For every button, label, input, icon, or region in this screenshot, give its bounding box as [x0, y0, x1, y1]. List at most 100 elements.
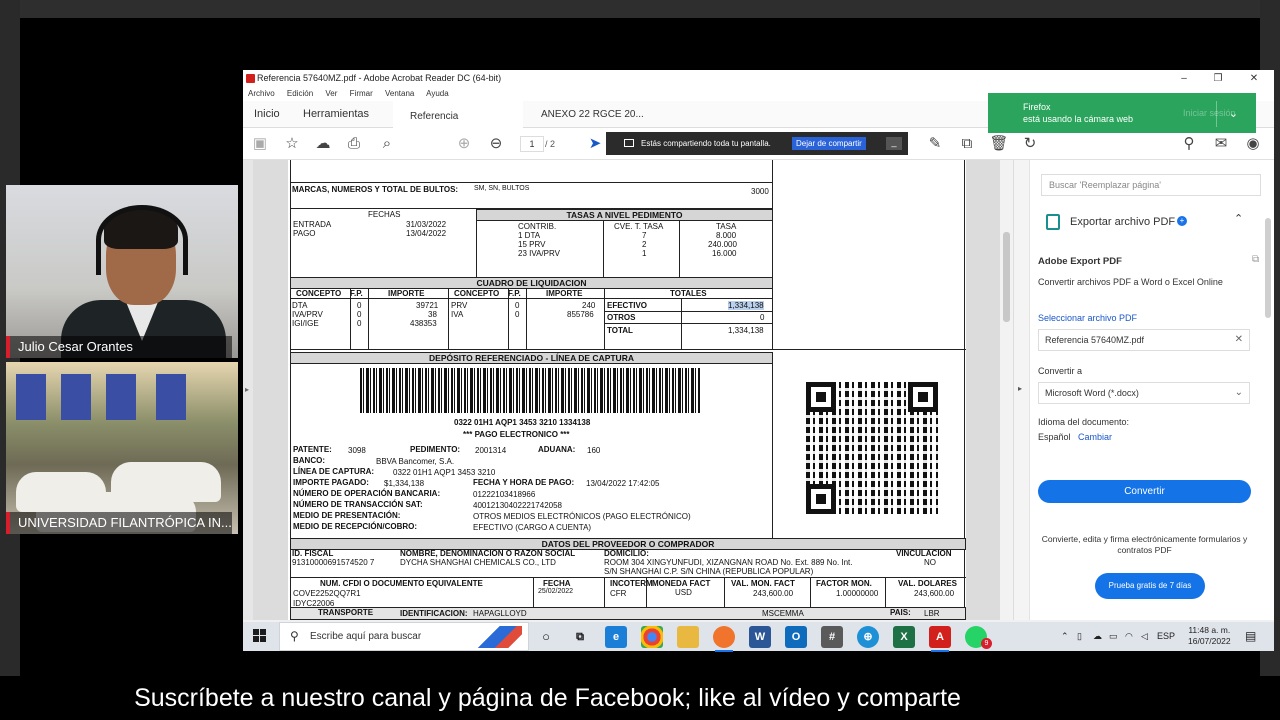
free-trial-button[interactable]: Prueba gratis de 7 días: [1095, 573, 1205, 599]
pago-label: PAGO: [293, 229, 316, 238]
pais-label: PAIS:: [890, 608, 911, 617]
qr-finder: [908, 382, 938, 412]
tray-volume-icon[interactable]: ◁: [1141, 622, 1148, 651]
transaccion-value: 40012130402221742058: [473, 501, 562, 510]
next-page-icon[interactable]: ⊖: [486, 134, 506, 154]
remove-file-icon[interactable]: ✕: [1235, 330, 1243, 350]
upload-cloud-icon[interactable]: ☁: [313, 134, 333, 154]
excel-icon[interactable]: X: [893, 626, 915, 648]
document-scrollbar[interactable]: [1000, 160, 1013, 620]
action-center-icon[interactable]: ▤: [1245, 622, 1256, 651]
copy-icon[interactable]: ⧉: [1252, 254, 1259, 265]
scrollbar-thumb[interactable]: [1003, 232, 1010, 322]
close-window-button[interactable]: ✕: [1237, 70, 1271, 87]
word-icon[interactable]: W: [749, 626, 771, 648]
tab-herramientas[interactable]: Herramientas: [303, 101, 369, 128]
search-icon[interactable]: ⌕: [377, 134, 397, 154]
chevron-down-icon[interactable]: ⌄: [1216, 101, 1250, 127]
fecha-pago-value: 13/04/2022 17:42:05: [586, 479, 660, 488]
tag-icon[interactable]: ⧉: [957, 134, 977, 154]
qr-finder: [806, 382, 836, 412]
acrobat-taskbar-icon[interactable]: A: [929, 626, 951, 652]
input-language[interactable]: ESP: [1157, 622, 1175, 651]
maximize-button[interactable]: ❐: [1201, 70, 1235, 87]
select-cursor-icon[interactable]: ➤: [585, 134, 605, 154]
tools-search-input[interactable]: Buscar 'Reemplazar página': [1041, 174, 1261, 196]
change-language-link[interactable]: Cambiar: [1078, 432, 1112, 442]
selected-file-name: Referencia 57640MZ.pdf: [1045, 335, 1145, 345]
tab-inicio[interactable]: Inicio: [254, 101, 280, 128]
tab-referencia[interactable]: Referencia 57640MZ...✕: [393, 101, 523, 149]
marks-label: MARCAS, NUMEROS Y TOTAL DE BULTOS:: [292, 185, 459, 194]
acrobat-icon: [246, 74, 255, 83]
minimize-button[interactable]: –: [1167, 70, 1201, 87]
save-icon[interactable]: ▣: [250, 134, 270, 154]
prev-page-icon[interactable]: ⊕: [454, 134, 474, 154]
transaccion-label: NÚMERO DE TRANSACCIÓN SAT:: [293, 500, 423, 509]
convert-button[interactable]: Convertir: [1038, 480, 1251, 503]
task-view-icon[interactable]: ⧉: [569, 626, 591, 648]
menu-firmar[interactable]: Firmar: [350, 89, 373, 98]
tray-network-icon[interactable]: ▭: [1109, 622, 1118, 651]
search-highlight-image: [476, 626, 522, 648]
user-icon[interactable]: ◉: [1243, 134, 1263, 154]
menu-ayuda[interactable]: Ayuda: [426, 89, 449, 98]
clock[interactable]: 11:48 a. m. 16/07/2022: [1188, 625, 1231, 647]
chevron-up-icon[interactable]: ⌃: [1234, 212, 1243, 225]
pane-toggle-strip[interactable]: ▸: [1014, 160, 1030, 620]
firefox-icon[interactable]: [713, 626, 735, 652]
nav-pane-toggle[interactable]: ▸: [243, 160, 253, 620]
cortana-icon[interactable]: ○: [535, 626, 557, 648]
headset: [96, 205, 188, 275]
file-explorer-icon[interactable]: [677, 626, 699, 648]
marks-value: SM, SN, BULTOS: [474, 185, 530, 192]
outlook-icon[interactable]: O: [785, 626, 807, 648]
tray-wifi-icon[interactable]: ◠: [1125, 622, 1133, 651]
window-title: Referencia 57640MZ.pdf - Adobe Acrobat R…: [257, 73, 502, 83]
select-file-link[interactable]: Seleccionar archivo PDF: [1038, 313, 1137, 323]
aduana-value: 160: [587, 446, 601, 455]
edge-icon[interactable]: e: [605, 626, 627, 648]
windows-start-icon[interactable]: [253, 629, 267, 643]
liq-importe: 39721: [416, 301, 439, 310]
sign-pen-icon[interactable]: ✎: [925, 134, 945, 154]
minimize-share-bar-button[interactable]: _: [886, 137, 902, 150]
chrome-icon[interactable]: [641, 626, 663, 648]
mail-icon[interactable]: ✉: [1211, 134, 1231, 154]
rotate-icon[interactable]: ↻: [1020, 134, 1040, 154]
tasas-header: TASAS A NIVEL PEDIMENTO: [476, 209, 773, 221]
stop-sharing-button[interactable]: Dejar de compartir: [792, 137, 866, 150]
calculator-icon[interactable]: #: [821, 626, 843, 648]
menu-ventana[interactable]: Ventana: [385, 89, 414, 98]
convert-to-select[interactable]: Microsoft Word (*.docx) ⌄: [1038, 382, 1250, 404]
menu-edicion[interactable]: Edición: [287, 89, 313, 98]
tray-battery-icon[interactable]: ▯: [1077, 622, 1082, 651]
tray-chevron-icon[interactable]: ⌃: [1061, 622, 1069, 651]
link-icon[interactable]: ⚲: [1179, 134, 1199, 154]
efectivo-value-selected[interactable]: 1,334,138: [728, 301, 764, 310]
document-viewport[interactable]: ▸ MARCAS, NUMEROS Y TOTAL DE BULTOS: SM,…: [243, 160, 1013, 620]
tray-cloud-icon[interactable]: ☁: [1093, 622, 1102, 651]
tab-anexo[interactable]: ANEXO 22 RGCE 20...: [541, 101, 644, 128]
page-number-input[interactable]: 1: [520, 136, 544, 152]
bookmark-star-icon[interactable]: ☆: [282, 134, 302, 154]
vinculacion-value: NO: [924, 558, 936, 567]
export-title[interactable]: Exportar archivo PDF: [1070, 216, 1175, 228]
aduana-label: ADUANA:: [538, 445, 576, 454]
taskbar-search-input[interactable]: ⚲ Escribe aquí para buscar: [279, 622, 529, 651]
pdf-page: MARCAS, NUMEROS Y TOTAL DE BULTOS: SM, S…: [288, 160, 966, 620]
pane-scrollbar[interactable]: [1263, 208, 1273, 338]
liq-col-importe-2: IMPORTE: [546, 289, 583, 298]
tasa-row-cve: 2: [642, 240, 647, 249]
tasa-row-rate: 240.000: [708, 240, 737, 249]
firefox-camera-notice: Firefox está usando la cámara web Inicia…: [988, 93, 1256, 133]
liq-fp: 0: [357, 319, 362, 328]
browser-icon[interactable]: ⊕: [857, 626, 879, 648]
trash-icon[interactable]: 🗑: [989, 134, 1009, 154]
liq-concepto-2: IVA: [451, 310, 464, 319]
print-icon[interactable]: ⎙: [344, 134, 364, 154]
video-subtitle: Suscríbete a nuestro canal y página de F…: [134, 684, 961, 712]
menu-archivo[interactable]: Archivo: [248, 89, 275, 98]
menu-ver[interactable]: Ver: [325, 89, 337, 98]
patente-value: 3098: [348, 446, 366, 455]
